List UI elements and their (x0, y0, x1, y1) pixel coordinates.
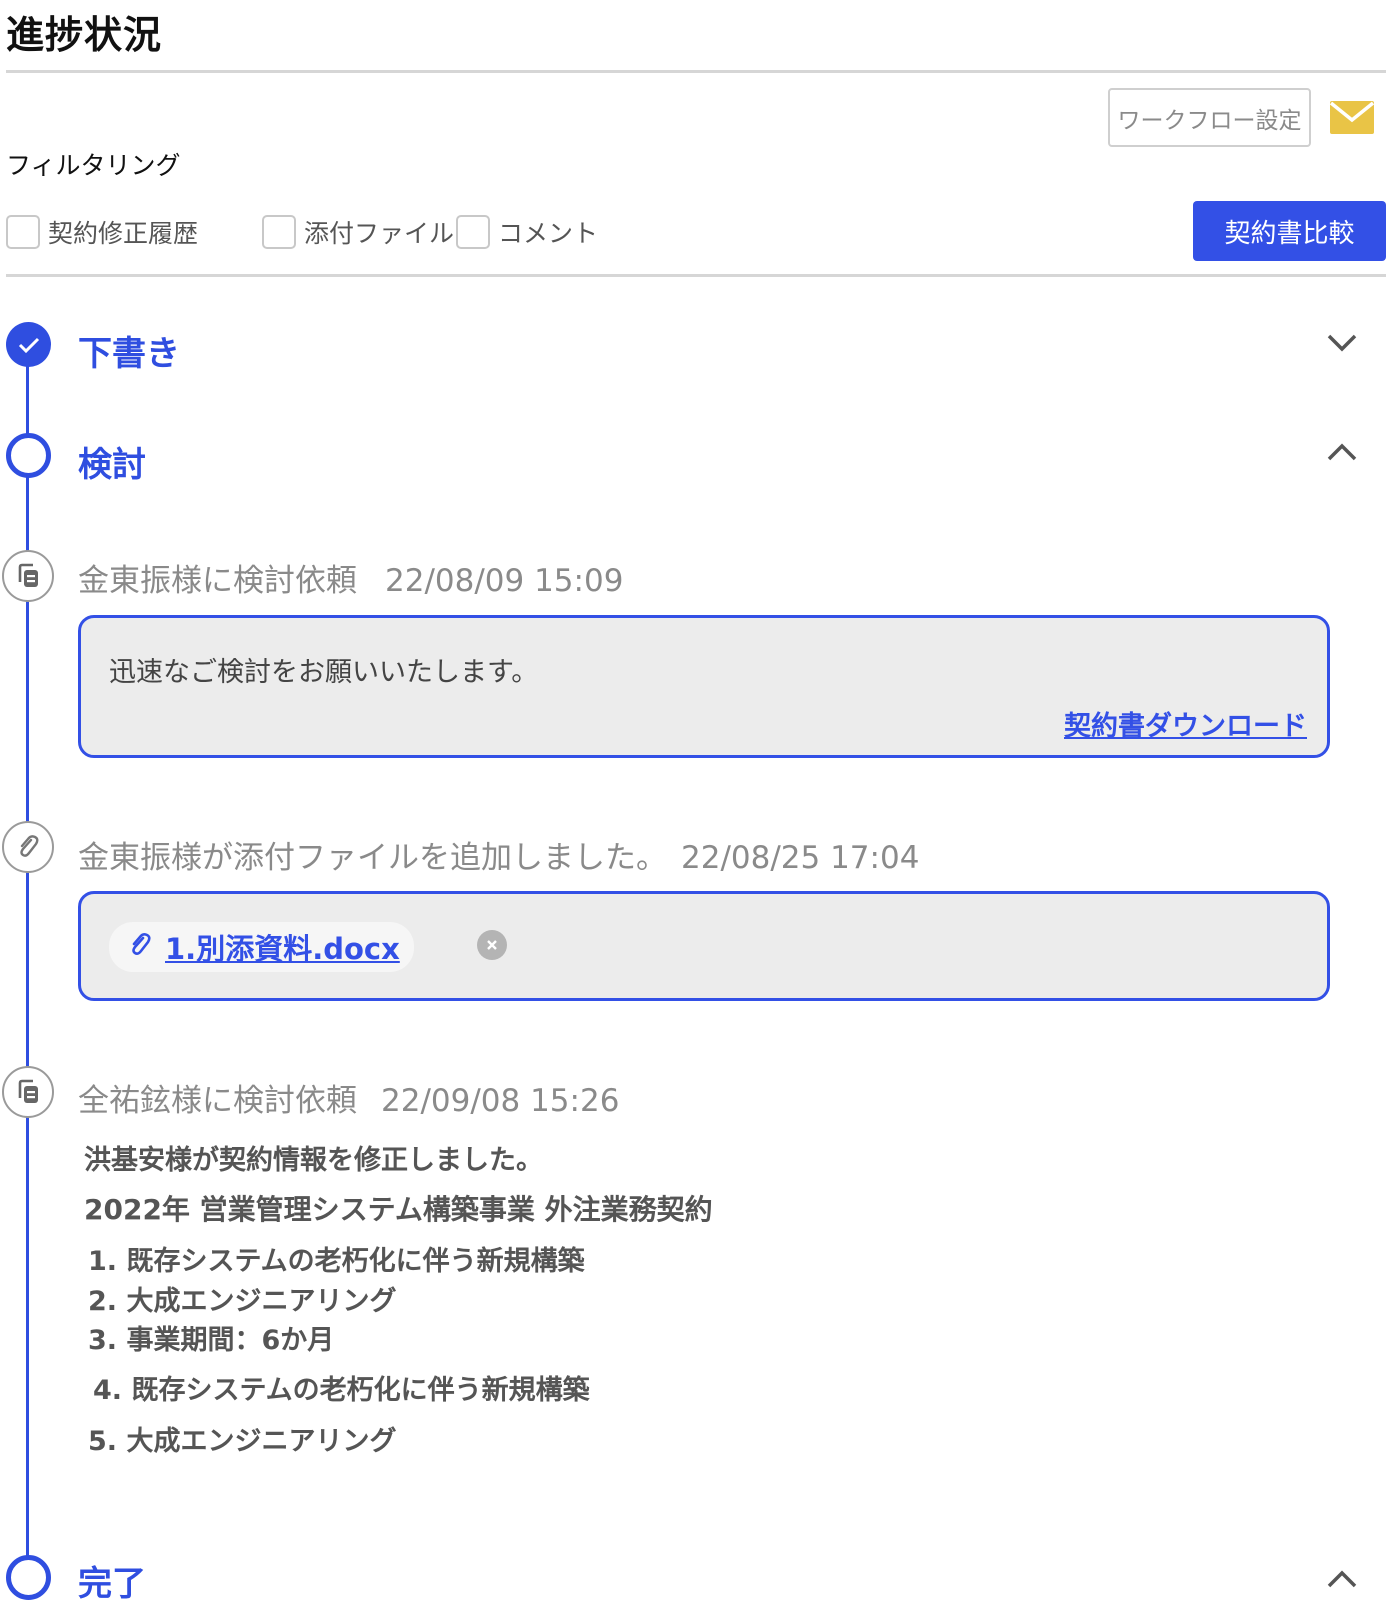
revision-history-checkbox[interactable] (6, 215, 40, 249)
filter-attachments[interactable]: 添付ファイル (262, 212, 454, 252)
event-header: 全祐鉉様に検討依頼 22/09/08 15:26 (78, 1075, 619, 1120)
event-header: 金東振様に検討依頼 22/08/09 15:09 (78, 555, 623, 600)
attachment-card: 1.別添資料.docx (78, 891, 1330, 1001)
event-timestamp: 22/08/25 17:04 (681, 840, 920, 876)
filter-option-label: コメント (498, 219, 599, 248)
step-draft-label[interactable]: 下書き (78, 326, 180, 375)
event-header: 金東振様が添付ファイルを追加しました。 22/08/25 17:04 (78, 832, 919, 877)
chevron-down-icon[interactable] (1326, 332, 1358, 354)
contract-download-link[interactable]: 契約書ダウンロード (1064, 704, 1307, 743)
event-timestamp: 22/08/09 15:09 (385, 563, 624, 599)
step-done-icon (6, 322, 51, 367)
event-text: 金東振様が添付ファイルを追加しました。 (78, 840, 667, 876)
filter-comments[interactable]: コメント (456, 212, 598, 252)
workflow-settings-button[interactable]: ワークフロー設定 (1108, 88, 1311, 147)
contract-compare-button[interactable]: 契約書比較 (1193, 201, 1386, 261)
paperclip-icon (2, 821, 54, 873)
step-review-label[interactable]: 検討 (78, 437, 146, 486)
remove-file-icon[interactable] (477, 930, 507, 960)
change-item: 2. 大成エンジニアリング (88, 1286, 397, 1317)
filter-label: フィルタリング (6, 151, 181, 180)
attachment-file-link[interactable]: 1.別添資料.docx (165, 926, 400, 968)
attachments-checkbox[interactable] (262, 215, 296, 249)
timeline-line (26, 345, 29, 1575)
filter-revision-history[interactable]: 契約修正履歴 (6, 212, 198, 252)
step-complete-label[interactable]: 完了 (78, 1556, 146, 1605)
filter-option-label: 添付ファイル (304, 219, 455, 248)
review-request-card: 迅速なご検討をお願いいたします。 契約書ダウンロード (78, 615, 1330, 758)
paperclip-icon (127, 932, 153, 962)
review-message: 迅速なご検討をお願いいたします。 (109, 657, 539, 688)
contract-title: 2022年 営業管理システム構築事業 外注業務契約 (84, 1193, 713, 1226)
file-chip[interactable]: 1.別添資料.docx (109, 922, 414, 972)
document-copy-icon (2, 550, 54, 602)
mail-icon[interactable] (1329, 101, 1375, 134)
document-copy-icon (2, 1066, 54, 1118)
change-log-heading: 洪基安様が契約情報を修正しました。 (84, 1145, 543, 1176)
page-title: 進捗状況 (6, 13, 163, 57)
filter-option-label: 契約修正履歴 (48, 219, 199, 248)
change-item: 4. 既存システムの老朽化に伴う新規構築 (93, 1375, 590, 1406)
filter-divider (6, 274, 1386, 277)
chevron-up-icon[interactable] (1326, 441, 1358, 463)
change-item: 5. 大成エンジニアリング (88, 1426, 397, 1457)
step-pending-icon (6, 1555, 51, 1600)
event-text: 全祐鉉様に検討依頼 (78, 1083, 357, 1119)
step-current-icon (6, 433, 51, 478)
comments-checkbox[interactable] (456, 215, 490, 249)
change-item: 3. 事業期間：6か月 (88, 1325, 335, 1356)
change-item: 1. 既存システムの老朽化に伴う新規構築 (88, 1246, 585, 1277)
event-text: 金東振様に検討依頼 (78, 563, 357, 599)
event-timestamp: 22/09/08 15:26 (381, 1083, 620, 1119)
chevron-up-icon[interactable] (1326, 1568, 1358, 1590)
header-divider (6, 70, 1386, 73)
